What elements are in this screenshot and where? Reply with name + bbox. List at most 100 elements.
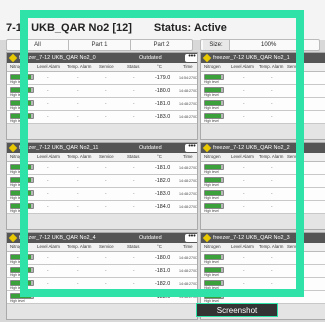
table-row: High level - - - <box>201 72 325 85</box>
empty-value: - <box>77 255 79 260</box>
column-header: Nitrogen <box>204 154 221 159</box>
empty-value: - <box>299 101 301 106</box>
more-options-button[interactable]: ••• <box>185 233 197 242</box>
nitrogen-level-fill <box>11 88 31 92</box>
empty-value: - <box>243 101 245 106</box>
empty-value: - <box>271 191 273 196</box>
panel-name: freezer_7-12 UKB_QAR No2_11 <box>19 145 99 151</box>
empty-value: - <box>133 165 135 170</box>
time-value: 14:48:27/07 <box>179 179 198 183</box>
temperature-value: -184.0 <box>155 204 171 210</box>
column-header: Temp. Alarm <box>67 244 92 249</box>
empty-value: - <box>243 88 245 93</box>
temperature-value: -180.0 <box>155 88 171 94</box>
device-title: 7-12 UKB_QAR No2 [12] <box>6 22 132 34</box>
empty-value: - <box>271 268 273 273</box>
warning-diamond-icon <box>202 233 212 243</box>
time-value: 14:48:27/07 <box>179 269 198 273</box>
empty-value: - <box>271 114 273 119</box>
empty-value: - <box>105 294 107 299</box>
freezer-panel: freezer_7-12 UKB_QAR No2_11 Outdated ••• Ni… <box>6 142 198 230</box>
empty-value: - <box>133 281 135 286</box>
column-header: Service <box>99 244 114 249</box>
nitrogen-level-fill <box>205 101 222 105</box>
table-row: High level - - - - -180.0 14:48:27/07 <box>7 252 197 265</box>
empty-value: - <box>47 165 49 170</box>
time-value: 14:48:27/07 <box>179 166 198 170</box>
more-options-button[interactable]: ••• <box>185 53 197 62</box>
empty-value: - <box>243 204 245 209</box>
level-label: High level <box>204 106 219 110</box>
temperature-value: -181.0 <box>155 268 171 274</box>
empty-value: - <box>47 191 49 196</box>
level-label: High level <box>204 209 219 213</box>
tab-part-2[interactable]: Part 2 <box>131 40 192 50</box>
empty-value: - <box>243 268 245 273</box>
freezer-panel: freezer_7-12 UKB_QAR No2_4 Outdated ••• Nit… <box>6 232 198 320</box>
empty-value: - <box>243 178 245 183</box>
level-label: High level <box>10 119 25 123</box>
tab-all[interactable]: All <box>7 40 69 50</box>
level-label: High level <box>10 80 25 84</box>
empty-value: - <box>77 88 79 93</box>
temperature-value: -182.0 <box>155 178 171 184</box>
column-header: Time <box>183 64 193 69</box>
screenshot-button[interactable]: Screenshot <box>196 303 278 317</box>
column-header: Nitrogen <box>204 244 221 249</box>
panel-name: freezer_7-12 UKB_QAR No2_1 <box>213 55 290 61</box>
empty-value: - <box>77 101 79 106</box>
level-label: High level <box>204 183 219 187</box>
nitrogen-level-fill <box>205 294 222 298</box>
column-header: Status <box>127 244 140 249</box>
empty-value: - <box>47 281 49 286</box>
empty-value: - <box>77 178 79 183</box>
time-value: 14:48:27/07 <box>179 205 198 209</box>
nitrogen-level-fill <box>205 178 222 182</box>
empty-value: - <box>243 294 245 299</box>
column-header: Level Alarm <box>231 244 254 249</box>
temperature-value: -183.0 <box>155 191 171 197</box>
empty-value: - <box>105 114 107 119</box>
level-label: High level <box>204 80 219 84</box>
size-label: Size: <box>203 40 230 50</box>
empty-value: - <box>47 75 49 80</box>
table-row: High level - - - - -184.0 14:48:27/07 <box>7 201 197 214</box>
column-header: Level Alarm <box>231 64 254 69</box>
table-row: High level - - - - -181.0 14:48:27/07 <box>7 98 197 111</box>
empty-value: - <box>299 268 301 273</box>
nitrogen-level-fill <box>11 178 31 182</box>
empty-value: - <box>77 281 79 286</box>
nitrogen-level-fill <box>205 281 222 285</box>
empty-value: - <box>47 268 49 273</box>
column-headers: Nitrogen Level Alarm Temp. Alarm Service <box>201 153 325 162</box>
table-row: High level - - - <box>201 175 325 188</box>
level-label: High level <box>204 119 219 123</box>
column-header: Level Alarm <box>37 154 60 159</box>
table-row: High level - - - - -181.0 14:48:27/07 <box>7 265 197 278</box>
table-row: High level - - - - -183.0 14:48:27/07 <box>7 111 197 124</box>
column-header: Nitrogen <box>10 64 27 69</box>
empty-value: - <box>299 165 301 170</box>
empty-value: - <box>47 255 49 260</box>
time-value: 14:48:27/07 <box>179 192 198 196</box>
panel-name: freezer_7-12 UKB_QAR No2_4 <box>19 235 96 241</box>
empty-value: - <box>105 191 107 196</box>
empty-value: - <box>299 178 301 183</box>
more-options-button[interactable]: ••• <box>185 143 197 152</box>
level-label: High level <box>204 93 219 97</box>
outdated-label: Outdated <box>139 235 162 241</box>
size-selector[interactable]: Size: 100% <box>200 39 320 51</box>
tab-part-1[interactable]: Part 1 <box>69 40 131 50</box>
level-label: High level <box>10 170 25 174</box>
empty-value: - <box>77 165 79 170</box>
empty-value: - <box>299 75 301 80</box>
freezer-panel: freezer_7-12 UKB_QAR No2_1 Nitrogen Level … <box>200 52 325 140</box>
empty-value: - <box>105 178 107 183</box>
level-label: High level <box>10 106 25 110</box>
nitrogen-level-fill <box>205 88 222 92</box>
empty-value: - <box>271 255 273 260</box>
time-value: 14:48:27/07 <box>179 102 198 106</box>
empty-value: - <box>271 178 273 183</box>
column-headers: Nitrogen Level Alarm Temp. Alarm Service <box>201 63 325 72</box>
empty-value: - <box>243 191 245 196</box>
